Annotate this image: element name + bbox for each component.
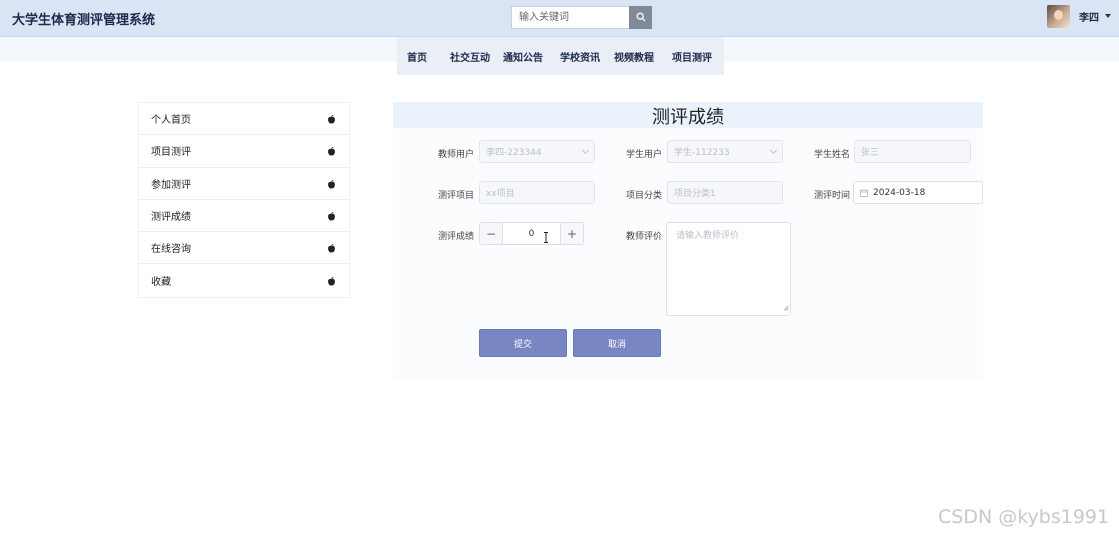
teacher-user-select[interactable]: 李四-223344 xyxy=(479,140,595,163)
watermark: CSDN @kybs1991 xyxy=(938,506,1110,528)
sidebar-item-join-eval[interactable]: 参加测评 xyxy=(139,168,349,200)
sidebar-item-label: 个人首页 xyxy=(151,115,191,127)
cancel-button[interactable]: 取消 xyxy=(573,329,661,357)
form-header: 测评成绩 xyxy=(393,102,983,128)
sidebar-item-eval-scores[interactable]: 测评成绩 xyxy=(139,200,349,233)
chevron-down-icon[interactable] xyxy=(1105,14,1111,18)
sidebar-item-label: 在线咨询 xyxy=(151,244,191,256)
eval-score-value: 0 xyxy=(528,228,535,239)
eval-time-label: 测评时间 xyxy=(814,191,851,201)
apple-icon xyxy=(327,206,336,225)
eval-project-value: xx项目 xyxy=(486,189,515,199)
nav-item-news[interactable]: 学校资讯 xyxy=(560,49,600,64)
project-category-field[interactable]: 项目分类1 xyxy=(667,181,783,204)
sidebar: 个人首页 项目测评 参加测评 测评成绩 在线咨询 收藏 xyxy=(138,102,350,298)
teacher-user-value: 李四-223344 xyxy=(486,148,542,158)
eval-time-value: 2024-03-18 xyxy=(873,187,926,198)
teacher-user-label: 教师用户 xyxy=(438,150,475,160)
top-header: 大学生体育测评管理系统 李四 xyxy=(0,0,1119,37)
form-panel: 测评成绩 教师用户 李四-223344 学生用户 学生-112233 学生姓名 … xyxy=(393,102,983,382)
student-user-select[interactable]: 学生-112233 xyxy=(667,140,783,163)
calendar-icon xyxy=(860,188,868,197)
nav-item-evaluation[interactable]: 项目测评 xyxy=(672,49,712,64)
chevron-down-icon xyxy=(581,146,590,154)
teacher-comment-textarea[interactable]: 请输入教师评价 xyxy=(666,222,791,316)
sidebar-item-label: 参加测评 xyxy=(151,179,191,191)
apple-icon xyxy=(327,141,336,160)
eval-score-input[interactable]: 0 xyxy=(503,228,560,243)
main-nav: 首页 社交互动 通知公告 学校资讯 视频教程 项目测评 xyxy=(397,37,724,75)
eval-project-label: 测评项目 xyxy=(438,191,475,201)
chevron-down-icon xyxy=(769,146,778,154)
eval-score-label: 测评成绩 xyxy=(438,232,475,242)
project-category-value: 项目分类1 xyxy=(674,189,716,199)
resize-handle-icon[interactable] xyxy=(783,304,789,314)
eval-time-picker[interactable]: 2024-03-18 xyxy=(853,181,983,204)
increment-button[interactable]: + xyxy=(560,223,583,244)
app-title: 大学生体育测评管理系统 xyxy=(12,13,156,28)
user-menu[interactable]: 李四 xyxy=(1047,3,1111,29)
search-button[interactable] xyxy=(629,6,652,29)
sidebar-item-project-eval[interactable]: 项目测评 xyxy=(139,135,349,168)
nav-item-home[interactable]: 首页 xyxy=(407,49,427,64)
sidebar-item-label: 收藏 xyxy=(151,277,171,289)
eval-score-stepper[interactable]: − 0 + xyxy=(479,222,584,245)
nav-item-videos[interactable]: 视频教程 xyxy=(614,49,654,64)
teacher-comment-placeholder: 请输入教师评价 xyxy=(676,231,740,241)
student-name-label: 学生姓名 xyxy=(814,150,851,160)
search-icon xyxy=(636,10,646,25)
apple-icon xyxy=(327,238,336,257)
nav-item-social[interactable]: 社交互动 xyxy=(450,49,490,64)
apple-icon xyxy=(327,271,336,290)
sidebar-item-favorites[interactable]: 收藏 xyxy=(139,264,349,296)
student-name-value: 张三 xyxy=(861,148,880,158)
sidebar-item-label: 项目测评 xyxy=(151,147,191,159)
nav-item-notices[interactable]: 通知公告 xyxy=(503,49,543,64)
eval-project-field[interactable]: xx项目 xyxy=(479,181,595,204)
decrement-button[interactable]: − xyxy=(480,223,503,244)
student-user-value: 学生-112233 xyxy=(674,148,730,158)
page-title: 测评成绩 xyxy=(652,107,724,128)
sidebar-item-consult[interactable]: 在线咨询 xyxy=(139,232,349,265)
search-input[interactable] xyxy=(511,6,629,29)
teacher-comment-label: 教师评价 xyxy=(626,232,663,242)
user-name[interactable]: 李四 xyxy=(1079,9,1099,24)
submit-button[interactable]: 提交 xyxy=(479,329,567,357)
sidebar-item-profile[interactable]: 个人首页 xyxy=(139,103,349,136)
project-category-label: 项目分类 xyxy=(626,191,663,201)
apple-icon xyxy=(327,109,336,128)
student-name-field[interactable]: 张三 xyxy=(854,140,971,163)
apple-icon xyxy=(327,174,336,193)
sidebar-item-label: 测评成绩 xyxy=(151,212,191,224)
search-bar xyxy=(511,6,652,29)
student-user-label: 学生用户 xyxy=(626,150,663,160)
avatar[interactable] xyxy=(1047,4,1070,28)
text-cursor-icon xyxy=(543,231,549,246)
